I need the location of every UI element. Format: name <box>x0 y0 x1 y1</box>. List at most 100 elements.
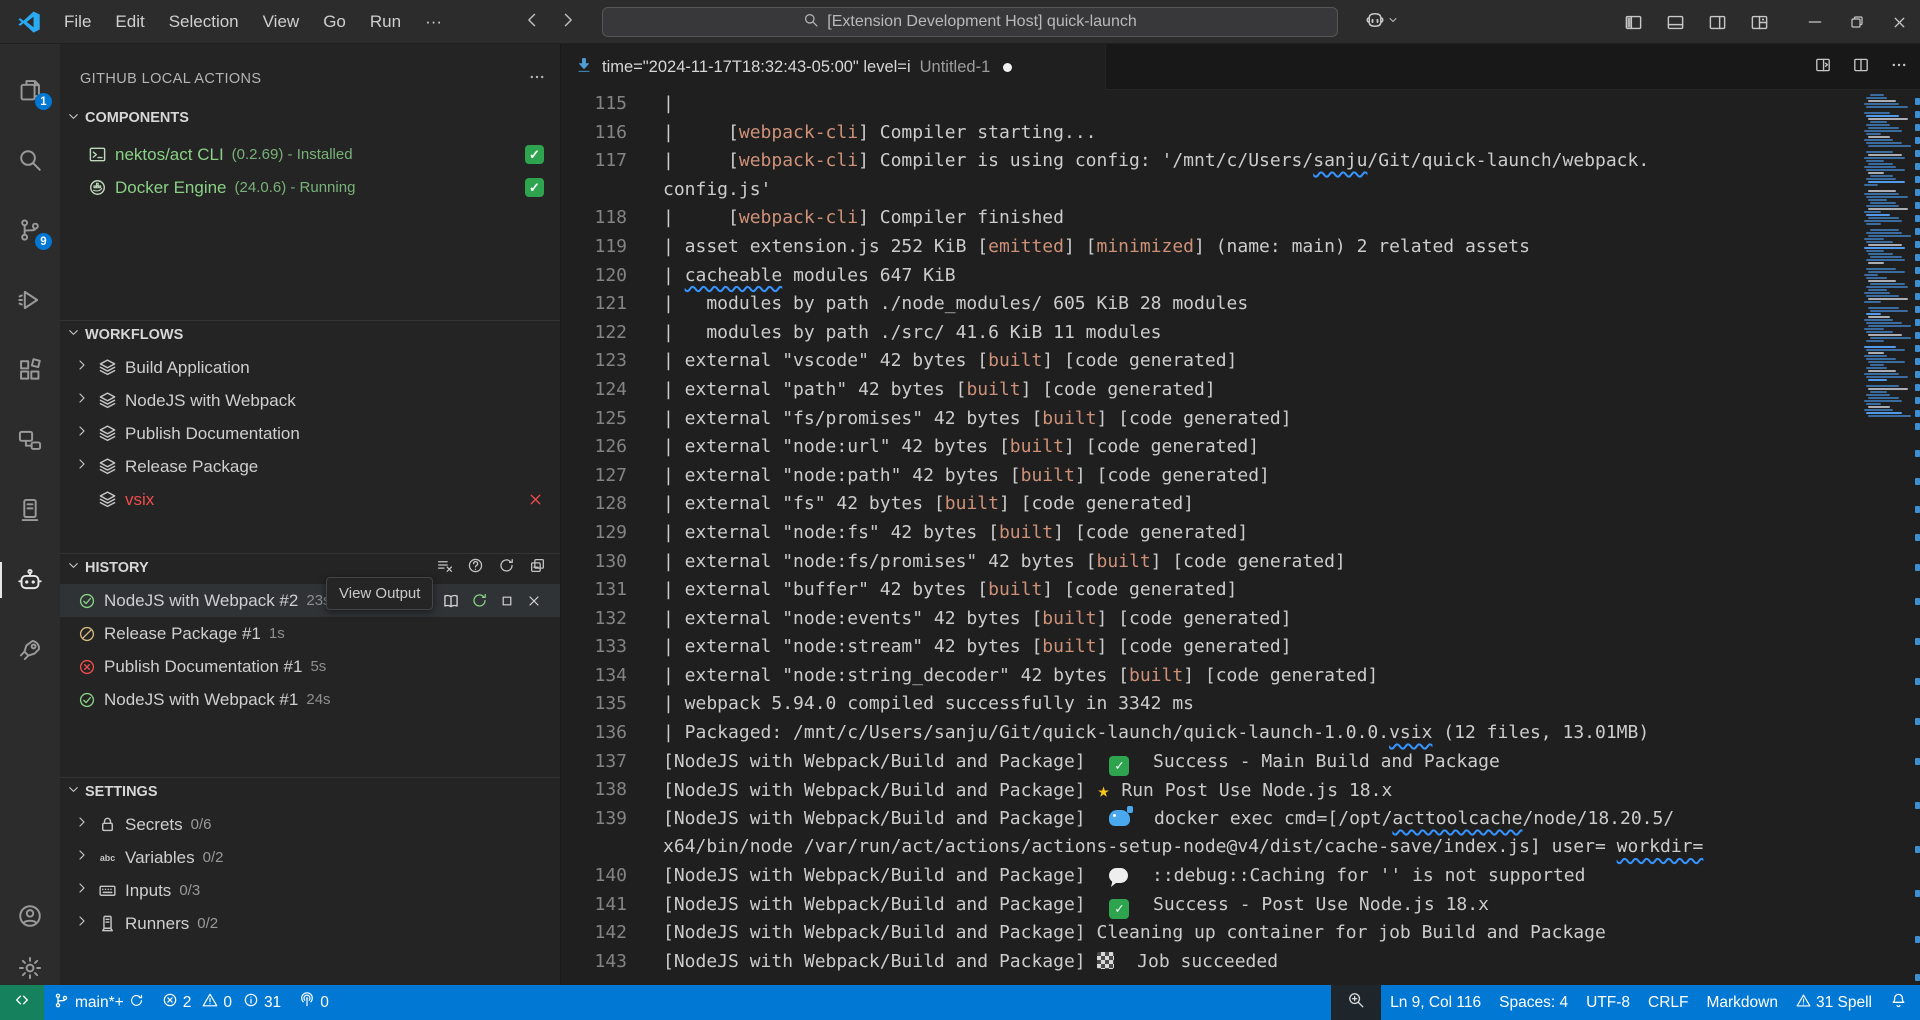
editor-line[interactable]: config.js' <box>561 176 1920 205</box>
editor-line[interactable]: 127| external "node:path" 42 bytes [buil… <box>561 462 1920 491</box>
minimap[interactable] <box>1862 94 1914 964</box>
editor-pane[interactable]: 115|116| [webpack-cli] Compiler starting… <box>561 90 1920 985</box>
minimize-window-icon[interactable] <box>1794 0 1836 44</box>
menu-more-icon[interactable]: ··· <box>413 7 454 37</box>
tab-untitled-1[interactable]: time="2024-11-17T18:32:43-05:00" level=i… <box>561 44 1106 90</box>
history-item[interactable]: Release Package #1 1s <box>60 617 560 650</box>
settings-item-variables[interactable]: abc Variables 0/2 <box>60 841 560 874</box>
activity-source-control[interactable]: 9 <box>0 204 60 256</box>
editor-line[interactable]: 143[NodeJS with Webpack/Build and Packag… <box>561 948 1920 977</box>
workflow-item[interactable]: NodeJS with Webpack <box>60 384 560 417</box>
zoom-widget[interactable] <box>1331 985 1381 1020</box>
editor-line[interactable]: 139[NodeJS with Webpack/Build and Packag… <box>561 805 1920 834</box>
editor-line[interactable]: 135| webpack 5.94.0 compiled successfull… <box>561 690 1920 719</box>
editor-line[interactable]: 118| [webpack-cli] Compiler finished <box>561 204 1920 233</box>
activity-search[interactable] <box>0 134 60 186</box>
editor-line[interactable]: 133| external "node:stream" 42 bytes [bu… <box>561 633 1920 662</box>
editor-line[interactable]: 132| external "node:events" 42 bytes [bu… <box>561 605 1920 634</box>
editor-line[interactable]: 125| external "fs/promises" 42 bytes [bu… <box>561 405 1920 434</box>
editor-line[interactable]: x64/bin/node /var/run/act/actions/action… <box>561 833 1920 862</box>
settings-item-runners[interactable]: Runners 0/2 <box>60 907 560 940</box>
back-icon[interactable] <box>522 10 542 35</box>
remote-indicator[interactable] <box>0 985 44 1020</box>
activity-runners[interactable] <box>0 484 60 536</box>
unsaved-dot-icon[interactable] <box>1003 63 1012 72</box>
editor-line[interactable]: 136| Packaged: /mnt/c/Users/sanju/Git/qu… <box>561 719 1920 748</box>
notifications-bell-icon[interactable] <box>1881 985 1920 1020</box>
spell-checker-status[interactable]: 31 Spell <box>1787 985 1881 1020</box>
customize-layout-icon[interactable] <box>1738 0 1780 44</box>
menu-run[interactable]: Run <box>358 7 413 37</box>
menu-selection[interactable]: Selection <box>157 7 251 37</box>
editor-line[interactable]: 140[NodeJS with Webpack/Build and Packag… <box>561 862 1920 891</box>
editor-line[interactable]: 122| modules by path ./src/ 41.6 KiB 11 … <box>561 319 1920 348</box>
section-settings[interactable]: SETTINGS <box>60 777 560 805</box>
history-item[interactable]: Publish Documentation #1 5s <box>60 650 560 683</box>
settings-item-secrets[interactable]: Secrets 0/6 <box>60 808 560 841</box>
editor-line[interactable]: 138[NodeJS with Webpack/Build and Packag… <box>561 776 1920 805</box>
editor-line[interactable]: 131| external "buffer" 42 bytes [built] … <box>561 576 1920 605</box>
editor-line[interactable]: 134| external "node:string_decoder" 42 b… <box>561 662 1920 691</box>
workflow-item[interactable]: vsix <box>60 483 560 516</box>
toggle-primary-sidebar-icon[interactable] <box>1612 0 1654 44</box>
close-window-icon[interactable] <box>1878 0 1920 44</box>
history-item[interactable]: NodeJS with Webpack #1 24s <box>60 683 560 716</box>
workflow-item[interactable]: Publish Documentation <box>60 417 560 450</box>
help-icon[interactable] <box>467 557 484 578</box>
menu-file[interactable]: File <box>52 7 103 37</box>
activity-explorer[interactable]: 1 <box>0 64 60 116</box>
editor-line[interactable]: 123| external "vscode" 42 bytes [built] … <box>561 347 1920 376</box>
workflow-item[interactable]: Build Application <box>60 351 560 384</box>
activity-run-and-debug[interactable] <box>0 274 60 326</box>
editor-line[interactable]: 126| external "node:url" 42 bytes [built… <box>561 433 1920 462</box>
activity-extensions[interactable] <box>0 344 60 396</box>
activity-rocket[interactable] <box>0 624 60 676</box>
clear-history-icon[interactable] <box>436 557 453 578</box>
remove-workflow-icon[interactable] <box>527 491 544 508</box>
section-components[interactable]: COMPONENTS <box>60 104 560 132</box>
open-preview-icon[interactable] <box>1814 56 1832 79</box>
activity-remote-explorer[interactable] <box>0 414 60 466</box>
component-item[interactable]: Docker Engine (24.0.6) - Running ✓ <box>60 171 560 204</box>
editor-line[interactable]: 116| [webpack-cli] Compiler starting... <box>561 119 1920 148</box>
menu-view[interactable]: View <box>251 7 312 37</box>
section-workflows[interactable]: WORKFLOWS <box>60 320 560 348</box>
cursor-position[interactable]: Ln 9, Col 116 <box>1381 985 1490 1020</box>
problems-status[interactable]: 2 0 31 <box>153 985 291 1020</box>
activity-github-local-actions[interactable] <box>0 554 60 606</box>
toggle-secondary-sidebar-icon[interactable] <box>1696 0 1738 44</box>
restore-window-icon[interactable] <box>1836 0 1878 44</box>
collapse-all-icon[interactable] <box>529 557 546 578</box>
history-item[interactable]: NodeJS with Webpack #2 23s <box>60 584 560 617</box>
view-output-icon[interactable] <box>442 592 460 610</box>
workflow-item[interactable]: Release Package <box>60 450 560 483</box>
sidebar-more-actions-icon[interactable] <box>528 68 546 90</box>
editor-line[interactable]: 142[NodeJS with Webpack/Build and Packag… <box>561 919 1920 948</box>
forward-icon[interactable] <box>558 10 578 35</box>
toggle-panel-icon[interactable] <box>1654 0 1696 44</box>
stop-icon[interactable] <box>499 593 515 609</box>
language-mode[interactable]: Markdown <box>1697 985 1787 1020</box>
indentation[interactable]: Spaces: 4 <box>1490 985 1577 1020</box>
editor-line[interactable]: 129| external "node:fs" 42 bytes [built]… <box>561 519 1920 548</box>
copilot-menu[interactable] <box>1365 0 1399 44</box>
editor-line[interactable]: 141[NodeJS with Webpack/Build and Packag… <box>561 891 1920 920</box>
editor-line[interactable]: 115| <box>561 90 1920 119</box>
dismiss-icon[interactable] <box>526 593 542 609</box>
section-history[interactable]: HISTORY <box>60 553 560 581</box>
editor-line[interactable]: 121| modules by path ./node_modules/ 605… <box>561 290 1920 319</box>
split-editor-icon[interactable] <box>1852 56 1870 79</box>
component-item[interactable]: nektos/act CLI (0.2.69) - Installed ✓ <box>60 138 560 171</box>
editor-line[interactable]: 117| [webpack-cli] Compiler is using con… <box>561 147 1920 176</box>
menu-edit[interactable]: Edit <box>103 7 156 37</box>
editor-line[interactable]: 124| external "path" 42 bytes [built] [c… <box>561 376 1920 405</box>
rerun-icon[interactable] <box>471 592 488 609</box>
editor-more-actions-icon[interactable] <box>1890 56 1908 79</box>
editor-line[interactable]: 119| asset extension.js 252 KiB [emitted… <box>561 233 1920 262</box>
editor-line[interactable]: 128| external "fs" 42 bytes [built] [cod… <box>561 490 1920 519</box>
editor-line[interactable]: 130| external "node:fs/promises" 42 byte… <box>561 548 1920 577</box>
menu-go[interactable]: Go <box>311 7 358 37</box>
editor-line[interactable]: 120| cacheable modules 647 KiB <box>561 262 1920 291</box>
editor-line[interactable]: 137[NodeJS with Webpack/Build and Packag… <box>561 748 1920 777</box>
encoding[interactable]: UTF-8 <box>1577 985 1639 1020</box>
